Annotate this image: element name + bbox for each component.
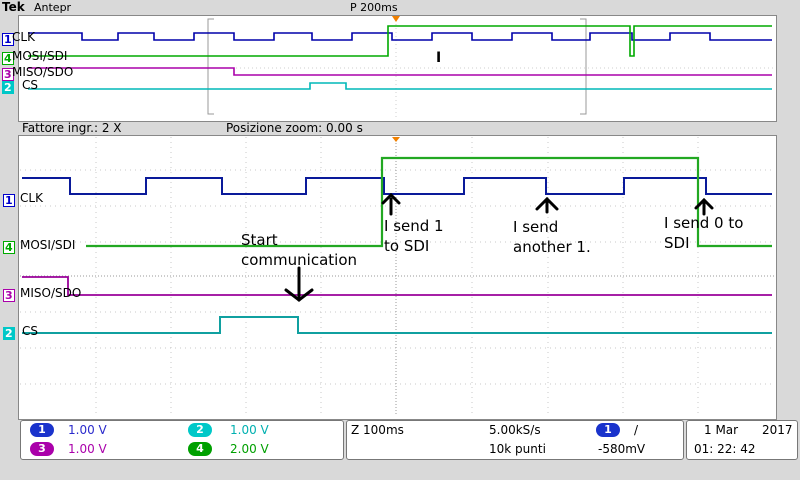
ch3-scale-pill: 3 [30, 442, 54, 456]
ch1-scale: 1.00 V [68, 423, 107, 437]
annotation-send1: I send 1 to SDI [384, 217, 444, 255]
overview-ch1-name: CLK [12, 30, 35, 44]
overview-ch2-name: CS [22, 78, 38, 92]
trigger-level: -580mV [598, 442, 646, 456]
ch4-name: MOSI/SDI [20, 238, 76, 252]
ch1-name: CLK [20, 191, 43, 205]
ch2-scale-pill: 2 [188, 423, 212, 437]
zoom-timebase: Z 100ms [351, 423, 404, 437]
ch3-scale: 1.00 V [68, 442, 107, 456]
ch4-scale: 2.00 V [230, 442, 269, 456]
overview-ch4-name: MOSI/SDI [12, 49, 68, 63]
ch1-scale-pill: 1 [30, 423, 54, 437]
trigger-marker-top [392, 16, 400, 22]
ch3-tag: 3 [3, 289, 15, 302]
annotation-send0: I send 0 to SDI [664, 214, 744, 252]
arrow-send1 [381, 192, 401, 216]
overview-cs-trace [28, 82, 772, 90]
date: 1 Mar [704, 423, 739, 437]
overview-miso-trace [28, 67, 772, 76]
ch2-name: CS [22, 324, 38, 338]
clock-time: 01: 22: 42 [694, 442, 756, 456]
ch1-tag: 1 [3, 194, 15, 207]
overview-ch3-name: MISO/SDO [12, 65, 74, 79]
trigger-marker-main [392, 137, 400, 142]
cs-trace [22, 316, 772, 334]
overview-ch2-tag: 2 [2, 81, 14, 94]
annotation-start: Start communication [241, 231, 358, 269]
trigger-slope: / [634, 423, 639, 437]
sample-rate: 5.00kS/s [489, 423, 541, 437]
clk-trace [22, 177, 772, 195]
annotation-send-another: I send another 1. [513, 218, 591, 256]
record-length: 10k punti [489, 442, 546, 456]
overview-clk-trace [28, 32, 772, 41]
overview-mosi-trace [28, 25, 772, 57]
ch2-tag: 2 [3, 327, 15, 340]
year: 2017 [762, 423, 793, 437]
ch2-scale: 1.00 V [230, 423, 269, 437]
trigger-source-pill: 1 [596, 423, 620, 437]
miso-trace [22, 276, 772, 296]
ch4-scale-pill: 4 [188, 442, 212, 456]
arrow-another [535, 196, 559, 214]
ch4-tag: 4 [3, 241, 15, 254]
ch3-name: MISO/SDO [20, 286, 82, 300]
overview-marker: I [436, 50, 442, 66]
